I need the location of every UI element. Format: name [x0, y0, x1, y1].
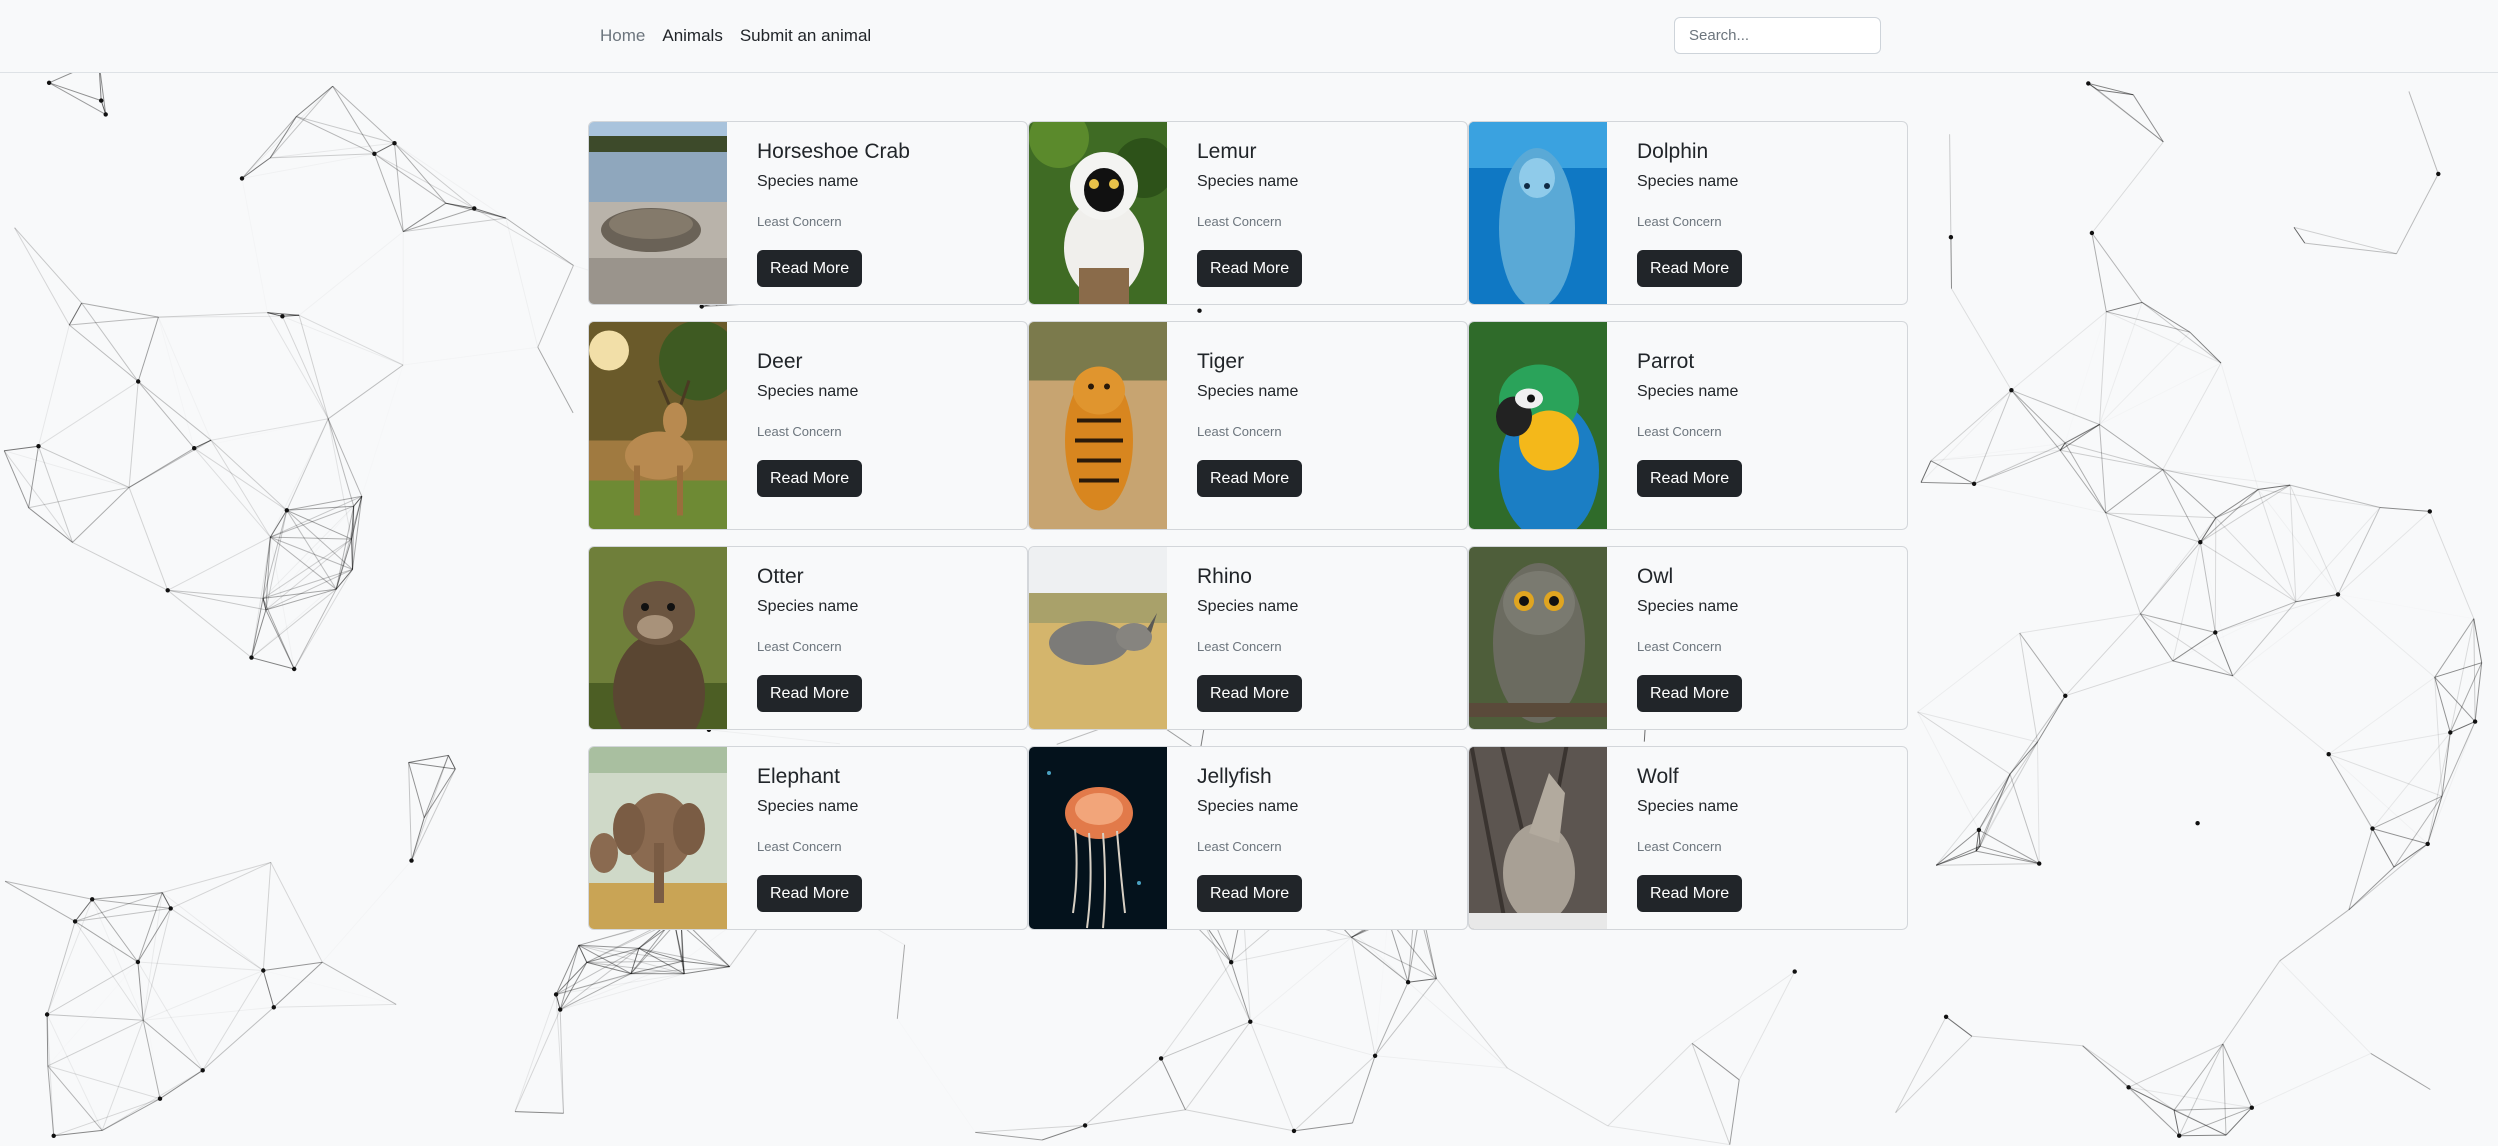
conservation-status: Least Concern — [757, 424, 842, 439]
read-more-button[interactable]: Read More — [757, 460, 863, 497]
read-more-button[interactable]: Read More — [1197, 675, 1303, 712]
nav-link-animals[interactable]: Animals — [662, 26, 722, 46]
animal-name: Parrot — [1637, 350, 1695, 373]
animal-card: Elephant Species name Least Concern Read Mo… — [588, 746, 1028, 930]
species-name: Species name — [1637, 598, 1739, 615]
card-body: Lemur Species name Least Concern Read More — [1197, 122, 1467, 304]
animal-name: Owl — [1637, 565, 1674, 588]
animal-name: Otter — [757, 565, 804, 588]
conservation-status: Least Concern — [1637, 214, 1722, 229]
animal-image — [1469, 747, 1607, 929]
animal-name: Horseshoe Crab — [757, 140, 910, 163]
species-name: Species name — [757, 598, 859, 615]
card-body: Otter Species name Least Concern Read More — [757, 547, 1027, 729]
card-body: Tiger Species name Least Concern Read More — [1197, 332, 1467, 529]
animal-name: Dolphin — [1637, 140, 1709, 163]
read-more-button[interactable]: Read More — [1197, 250, 1303, 287]
search-input[interactable] — [1674, 17, 1881, 54]
read-more-button[interactable]: Read More — [1637, 250, 1743, 287]
animal-card: Deer Species name Least Concern Read More — [588, 321, 1028, 530]
card-body: Elephant Species name Least Concern Read Mo… — [757, 747, 1027, 929]
conservation-status: Least Concern — [1197, 214, 1282, 229]
card-body: Owl Species name Least Concern Read More — [1637, 547, 1907, 729]
card-body: Dolphin Species name Least Concern Read Mor… — [1637, 122, 1907, 304]
card-body: Parrot Species name Least Concern Read More — [1637, 332, 1907, 529]
conservation-status: Least Concern — [1197, 424, 1282, 439]
species-name: Species name — [1637, 383, 1739, 400]
animal-card: Parrot Species name Least Concern Read More — [1468, 321, 1908, 530]
conservation-status: Least Concern — [1197, 839, 1282, 854]
animal-card: Lemur Species name Least Concern Read More — [1028, 121, 1468, 305]
conservation-status: Least Concern — [757, 214, 842, 229]
card-body: Rhino Species name Least Concern Read More — [1197, 547, 1467, 729]
conservation-status: Least Concern — [1637, 839, 1722, 854]
animal-card: Rhino Species name Least Concern Read More — [1028, 546, 1468, 730]
animal-image — [1469, 122, 1607, 304]
animal-name: Jellyfish — [1197, 765, 1272, 788]
read-more-button[interactable]: Read More — [757, 250, 863, 287]
animal-card: Owl Species name Least Concern Read More — [1468, 546, 1908, 730]
animal-image — [1029, 122, 1167, 304]
read-more-button[interactable]: Read More — [757, 675, 863, 712]
animal-name: Tiger — [1197, 350, 1245, 373]
card-body: Jellyfish Species name Least Concern Read M… — [1197, 747, 1467, 929]
conservation-status: Least Concern — [1197, 639, 1282, 654]
species-name: Species name — [1197, 173, 1299, 190]
card-body: Deer Species name Least Concern Read More — [757, 332, 1027, 529]
species-name: Species name — [1197, 383, 1299, 400]
species-name: Species name — [757, 798, 859, 815]
read-more-button[interactable]: Read More — [1197, 460, 1303, 497]
animal-name: Deer — [757, 350, 803, 373]
species-name: Species name — [1637, 173, 1739, 190]
animal-image — [1029, 322, 1167, 529]
animal-image — [589, 547, 727, 729]
animal-image — [589, 322, 727, 529]
animal-card: Tiger Species name Least Concern Read More — [1028, 321, 1468, 530]
animal-image — [1029, 547, 1167, 729]
animal-image — [589, 747, 727, 929]
species-name: Species name — [1197, 598, 1299, 615]
species-name: Species name — [757, 173, 859, 190]
species-name: Species name — [1637, 798, 1739, 815]
conservation-status: Least Concern — [757, 839, 842, 854]
animal-name: Rhino — [1197, 565, 1252, 588]
conservation-status: Least Concern — [1637, 424, 1722, 439]
species-name: Species name — [757, 383, 859, 400]
species-name: Species name — [1197, 798, 1299, 815]
read-more-button[interactable]: Read More — [757, 875, 863, 912]
nav-link-submit-animal[interactable]: Submit an animal — [740, 26, 871, 46]
animal-image — [589, 122, 727, 304]
conservation-status: Least Concern — [1637, 639, 1722, 654]
animal-card: Otter Species name Least Concern Read More — [588, 546, 1028, 730]
animal-name: Wolf — [1637, 765, 1679, 788]
animal-card: Wolf Species name Least Concern Read More — [1468, 746, 1908, 930]
animal-image — [1469, 547, 1607, 729]
animal-card: Dolphin Species name Least Concern Read Mor… — [1468, 121, 1908, 305]
card-body: Wolf Species name Least Concern Read More — [1637, 747, 1907, 929]
animal-name: Elephant — [757, 765, 840, 788]
read-more-button[interactable]: Read More — [1637, 460, 1743, 497]
read-more-button[interactable]: Read More — [1197, 875, 1303, 912]
animal-image — [1469, 322, 1607, 529]
read-more-button[interactable]: Read More — [1637, 675, 1743, 712]
animal-name: Lemur — [1197, 140, 1257, 163]
animal-card: Jellyfish Species name Least Concern Read M… — [1028, 746, 1468, 930]
card-body: Horseshoe Crab Species name Least Concern R… — [757, 122, 1027, 304]
nav-links: Home Animals Submit an animal — [600, 0, 871, 72]
animal-card: Horseshoe Crab Species name Least Concern R… — [588, 121, 1028, 305]
animal-image — [1029, 747, 1167, 929]
nav-link-home[interactable]: Home — [600, 26, 645, 46]
read-more-button[interactable]: Read More — [1637, 875, 1743, 912]
conservation-status: Least Concern — [757, 639, 842, 654]
navbar: Home Animals Submit an animal — [0, 0, 2498, 73]
